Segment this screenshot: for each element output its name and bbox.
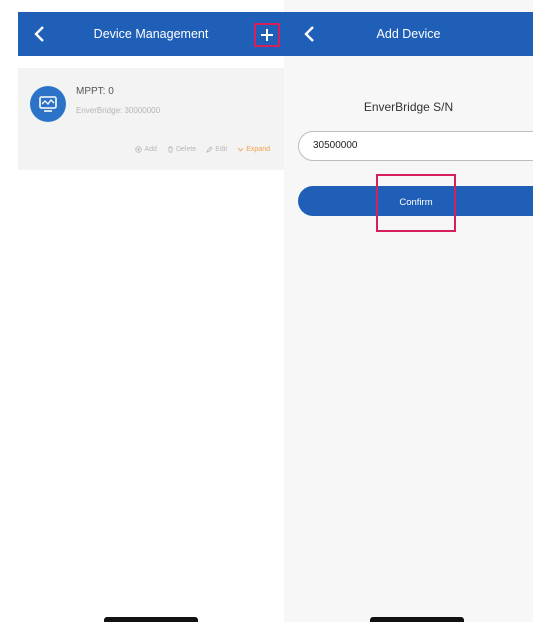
device-actions: Add Delete Edit Expand [135, 146, 270, 153]
pencil-icon [206, 146, 213, 153]
delete-action[interactable]: Delete [167, 146, 196, 153]
add-device-button[interactable] [254, 23, 280, 47]
monitor-icon [39, 96, 57, 112]
page-title: Add Device [376, 27, 441, 41]
device-serial: EnverBridge: 30000000 [76, 106, 161, 115]
page-title: Device Management [93, 27, 209, 41]
serial-number-input[interactable]: 30500000 [298, 131, 533, 161]
plus-icon [261, 29, 273, 41]
device-name: MPPT: 0 [76, 86, 114, 97]
add-action[interactable]: Add [135, 146, 157, 153]
delete-action-label: Delete [175, 146, 197, 153]
expand-action-label: Expand [246, 146, 270, 153]
device-management-screen: Device Management MPPT: 0 EnverBridge: 3… [18, 0, 284, 622]
add-action-label: Add [144, 146, 157, 153]
edit-action[interactable]: Edit [206, 146, 227, 153]
edit-action-label: Edit [215, 146, 228, 153]
add-circle-icon [135, 146, 143, 153]
add-device-header: Add Device [284, 12, 533, 56]
chevron-down-icon [238, 147, 244, 152]
home-indicator [370, 617, 464, 622]
expand-action[interactable]: Expand [237, 146, 270, 153]
add-device-screen: Add Device EnverBridge S/N 30500000 Conf… [284, 0, 533, 622]
device-card[interactable]: MPPT: 0 EnverBridge: 30000000 Add Delete… [18, 68, 284, 170]
confirm-button-label[interactable]: Confirm [376, 174, 456, 232]
trash-icon [168, 146, 173, 153]
device-management-header: Device Management [18, 12, 284, 56]
home-indicator [104, 617, 198, 622]
device-avatar [30, 86, 66, 122]
serial-number-label: EnverBridge S/N [363, 100, 454, 114]
